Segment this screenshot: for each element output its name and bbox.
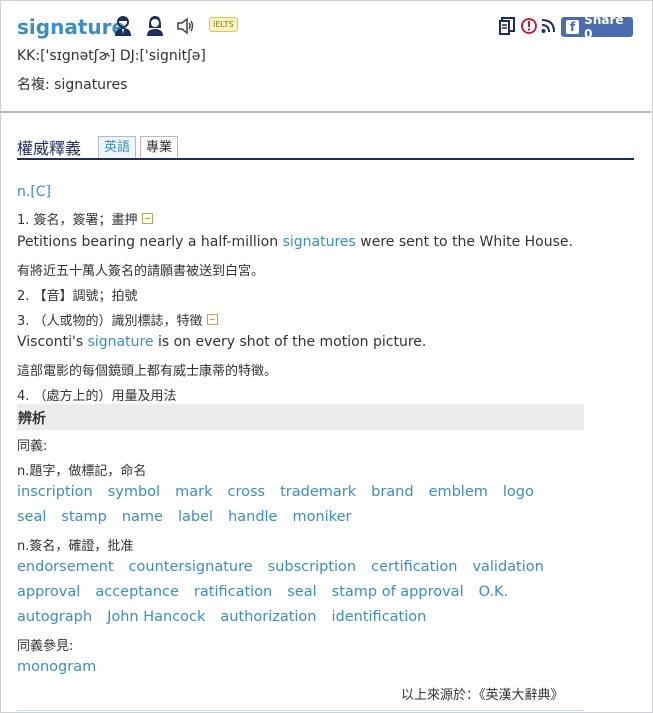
sense-3-text: 3. （人或物的）識別標誌，特徵 xyxy=(17,314,203,329)
synonym-link[interactable]: certification xyxy=(371,559,457,575)
sense-4: 4. （處方上的）用量及用法 xyxy=(17,389,177,404)
analysis-bar: 辨析 xyxy=(17,404,584,430)
example-1-pre: Petitions bearing nearly a half-million xyxy=(17,234,283,250)
sense-3: 3. （人或物的）識別標誌，特徵 xyxy=(17,310,218,329)
synonym-link[interactable]: stamp of approval xyxy=(332,584,464,600)
plural-form: 名複: signatures xyxy=(17,77,128,93)
rss-icon[interactable] xyxy=(541,18,555,34)
synonym-link[interactable]: seal xyxy=(287,584,316,600)
synonym-link[interactable]: cross xyxy=(227,484,265,500)
example-3: Visconti's signature is on every shot of… xyxy=(17,334,426,350)
synonym-link[interactable]: handle xyxy=(228,509,277,525)
report-icon[interactable] xyxy=(521,17,537,35)
synonym-link[interactable]: autograph xyxy=(17,609,92,625)
sense-1: 1. 簽名，簽署；畫押 xyxy=(17,209,153,228)
synonym-link[interactable]: brand xyxy=(371,484,413,500)
synonym-link[interactable]: seal xyxy=(17,509,46,525)
synonym-link[interactable]: moniker xyxy=(292,509,351,525)
analysis-title: 辨析 xyxy=(18,411,46,427)
tab-professional[interactable]: 專業 xyxy=(140,136,179,159)
synonym-link[interactable]: name xyxy=(122,509,163,525)
synonym-link[interactable]: endorsement xyxy=(17,559,114,575)
collapse-icon[interactable] xyxy=(206,314,218,325)
facebook-icon: f xyxy=(566,20,580,34)
synonym-link[interactable]: logo xyxy=(503,484,534,500)
source-note: 以上來源於：《英漢大辭典》 xyxy=(401,688,564,703)
synonyms-label: 同義: xyxy=(17,439,48,454)
synonym-row: inscription symbol mark cross trademark brand… xyxy=(17,484,549,500)
synonym-link[interactable]: mark xyxy=(175,484,212,500)
headword: signature xyxy=(17,15,126,39)
example-1-post: were sent to the White House. xyxy=(355,234,573,250)
synonym-link[interactable]: trademark xyxy=(280,484,356,500)
example-3-highlight[interactable]: signature xyxy=(88,334,154,350)
example-1-translation: 有將近五十萬人簽名的請願書被送到白宮。 xyxy=(17,264,265,279)
example-1-highlight[interactable]: signatures xyxy=(283,234,356,250)
see-also-label: 同義參見: xyxy=(17,639,74,654)
wordlist-icon[interactable] xyxy=(499,17,516,35)
example-1: Petitions bearing nearly a half-million … xyxy=(17,234,573,250)
synonym-link[interactable]: countersignature xyxy=(129,559,253,575)
synonym-link[interactable]: approval xyxy=(17,584,80,600)
phonetic: KK:['sɪgnətʃɚ] DJ:['signitʃə] xyxy=(17,48,206,64)
example-3-pre: Visconti's xyxy=(17,334,88,350)
collapse-icon[interactable] xyxy=(141,213,153,224)
male-voice-icon[interactable] xyxy=(113,15,133,37)
synonym-link[interactable]: emblem xyxy=(429,484,488,500)
bottom-divider xyxy=(17,710,584,711)
share-label: Share 0 xyxy=(584,13,624,41)
synonym-row: endorsement countersignature subscription c… xyxy=(17,559,559,575)
synonym-link[interactable]: monogram xyxy=(17,659,96,675)
synonym-link[interactable]: validation xyxy=(472,559,543,575)
ielts-badge: IELTS xyxy=(209,17,238,32)
example-3-translation: 這部電影的每個鏡頭上都有威士康蒂的特徵。 xyxy=(17,364,278,379)
synonym-link[interactable]: authorization xyxy=(220,609,316,625)
part-of-speech: n.[C] xyxy=(17,184,52,200)
tab-english[interactable]: 英語 xyxy=(98,136,137,159)
synonym-link[interactable]: acceptance xyxy=(95,584,179,600)
synonym-link[interactable]: John Hancock xyxy=(107,609,205,625)
synonym-link[interactable]: identification xyxy=(332,609,427,625)
synonym-row: autograph John Hancock authorization identi… xyxy=(17,609,441,625)
synonym-link[interactable]: symbol xyxy=(108,484,160,500)
facebook-share-button[interactable]: f Share 0 xyxy=(561,13,633,41)
example-3-post: is on every shot of the motion picture. xyxy=(153,334,427,350)
synonym-link[interactable]: ratification xyxy=(194,584,272,600)
synonym-link[interactable]: O.K. xyxy=(479,584,509,600)
synonym-link[interactable]: inscription xyxy=(17,484,93,500)
sense-2: 2. 【音】調號；拍號 xyxy=(17,289,138,304)
synonym-row: seal stamp name label handle moniker xyxy=(17,509,366,525)
group-2-label: n.簽名，確證，批准 xyxy=(17,539,134,554)
see-also-row: monogram xyxy=(17,659,111,675)
sense-1-text: 1. 簽名，簽署；畫押 xyxy=(17,213,138,228)
speaker-icon[interactable] xyxy=(176,15,196,37)
synonym-row: approval acceptance ratification seal stamp … xyxy=(17,584,523,600)
synonym-link[interactable]: subscription xyxy=(268,559,356,575)
word-header: signature IELTS f Share 0 KK:['sɪgnətʃɚ]… xyxy=(0,0,651,113)
synonym-link[interactable]: label xyxy=(178,509,213,525)
female-voice-icon[interactable] xyxy=(145,15,165,37)
section-title: 權威釋義 xyxy=(17,139,82,158)
section-divider xyxy=(17,158,634,160)
group-1-label: n.題字，做標記，命名 xyxy=(17,464,147,479)
synonym-link[interactable]: stamp xyxy=(61,509,106,525)
